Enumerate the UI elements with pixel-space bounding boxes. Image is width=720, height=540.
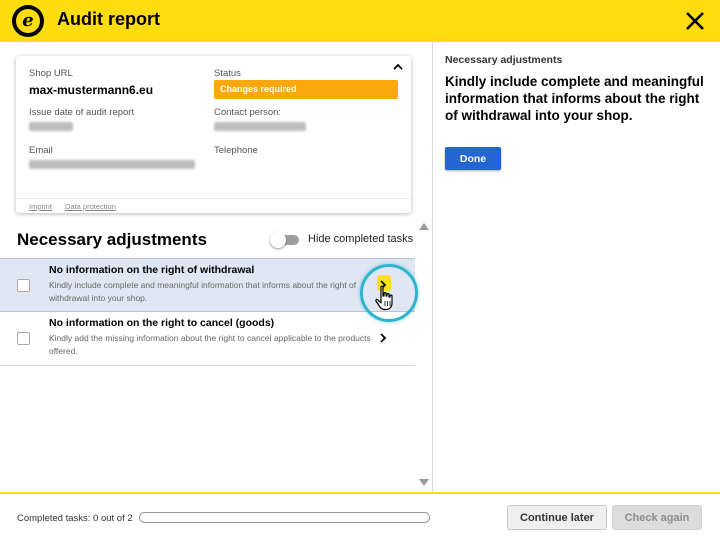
hide-completed-label: Hide completed tasks (308, 233, 414, 245)
toggle-thumb (270, 232, 286, 248)
logo-letter: e (16, 9, 40, 33)
status-badge: Changes required (214, 80, 398, 99)
task-title: No information on the right to cancel (g… (49, 317, 275, 329)
progress-label: Completed tasks: 0 out of 2 (17, 513, 133, 524)
dialog-title: Audit report (57, 9, 160, 29)
footer-bar: Completed tasks: 0 out of 2 Continue lat… (0, 492, 720, 540)
task-item-withdrawal[interactable]: No information on the right of withdrawa… (0, 258, 415, 312)
header-bar: e Audit report (0, 0, 720, 42)
email-redacted (29, 160, 195, 169)
contact-label: Contact person: (214, 107, 282, 118)
detail-text: Kindly include complete and meaningful i… (445, 74, 704, 123)
task-description: Kindly include complete and meaningful i… (49, 280, 357, 303)
hide-completed-toggle[interactable] (270, 232, 300, 248)
task-list: No information on the right of withdrawa… (0, 258, 415, 490)
shop-url-label: Shop URL (29, 68, 73, 79)
left-panel: Shop URL max-mustermann6.eu Status Chang… (0, 42, 432, 492)
shop-url-value: max-mustermann6.eu (29, 83, 154, 97)
section-title: Necessary adjustments (17, 230, 207, 249)
task-description: Kindly add the missing information about… (49, 333, 371, 356)
scroll-down-icon[interactable] (419, 479, 429, 486)
shop-info-card: Shop URL max-mustermann6.eu Status Chang… (16, 56, 411, 213)
detail-panel: Necessary adjustments Kindly include com… (433, 42, 720, 492)
detail-heading: Necessary adjustments (445, 54, 563, 66)
card-divider (16, 198, 411, 199)
chevron-up-icon[interactable] (391, 60, 405, 74)
close-icon[interactable] (682, 8, 708, 34)
continue-later-button[interactable]: Continue later (507, 505, 607, 530)
done-button[interactable]: Done (445, 147, 501, 170)
telephone-label: Telephone (214, 145, 258, 156)
task-list-scrollbar[interactable] (416, 216, 432, 492)
hand-cursor-icon (375, 285, 393, 311)
progress-bar (139, 512, 430, 523)
task-item-cancel-goods[interactable]: No information on the right to cancel (g… (0, 312, 415, 366)
task-title: No information on the right of withdrawa… (49, 264, 255, 276)
trusted-logo-icon: e (12, 5, 44, 37)
contact-redacted (214, 122, 306, 131)
email-label: Email (29, 145, 53, 156)
imprint-link[interactable]: Imprint (29, 202, 52, 211)
chevron-right-icon[interactable] (376, 331, 390, 345)
issue-date-redacted (29, 122, 73, 131)
data-protection-link[interactable]: Data protection (65, 202, 116, 211)
status-label: Status (214, 68, 241, 79)
task-checkbox[interactable] (17, 332, 30, 345)
check-again-button[interactable]: Check again (612, 505, 702, 530)
scroll-up-icon[interactable] (419, 223, 429, 230)
task-checkbox[interactable] (17, 279, 30, 292)
issue-date-label: Issue date of audit report (29, 107, 135, 118)
